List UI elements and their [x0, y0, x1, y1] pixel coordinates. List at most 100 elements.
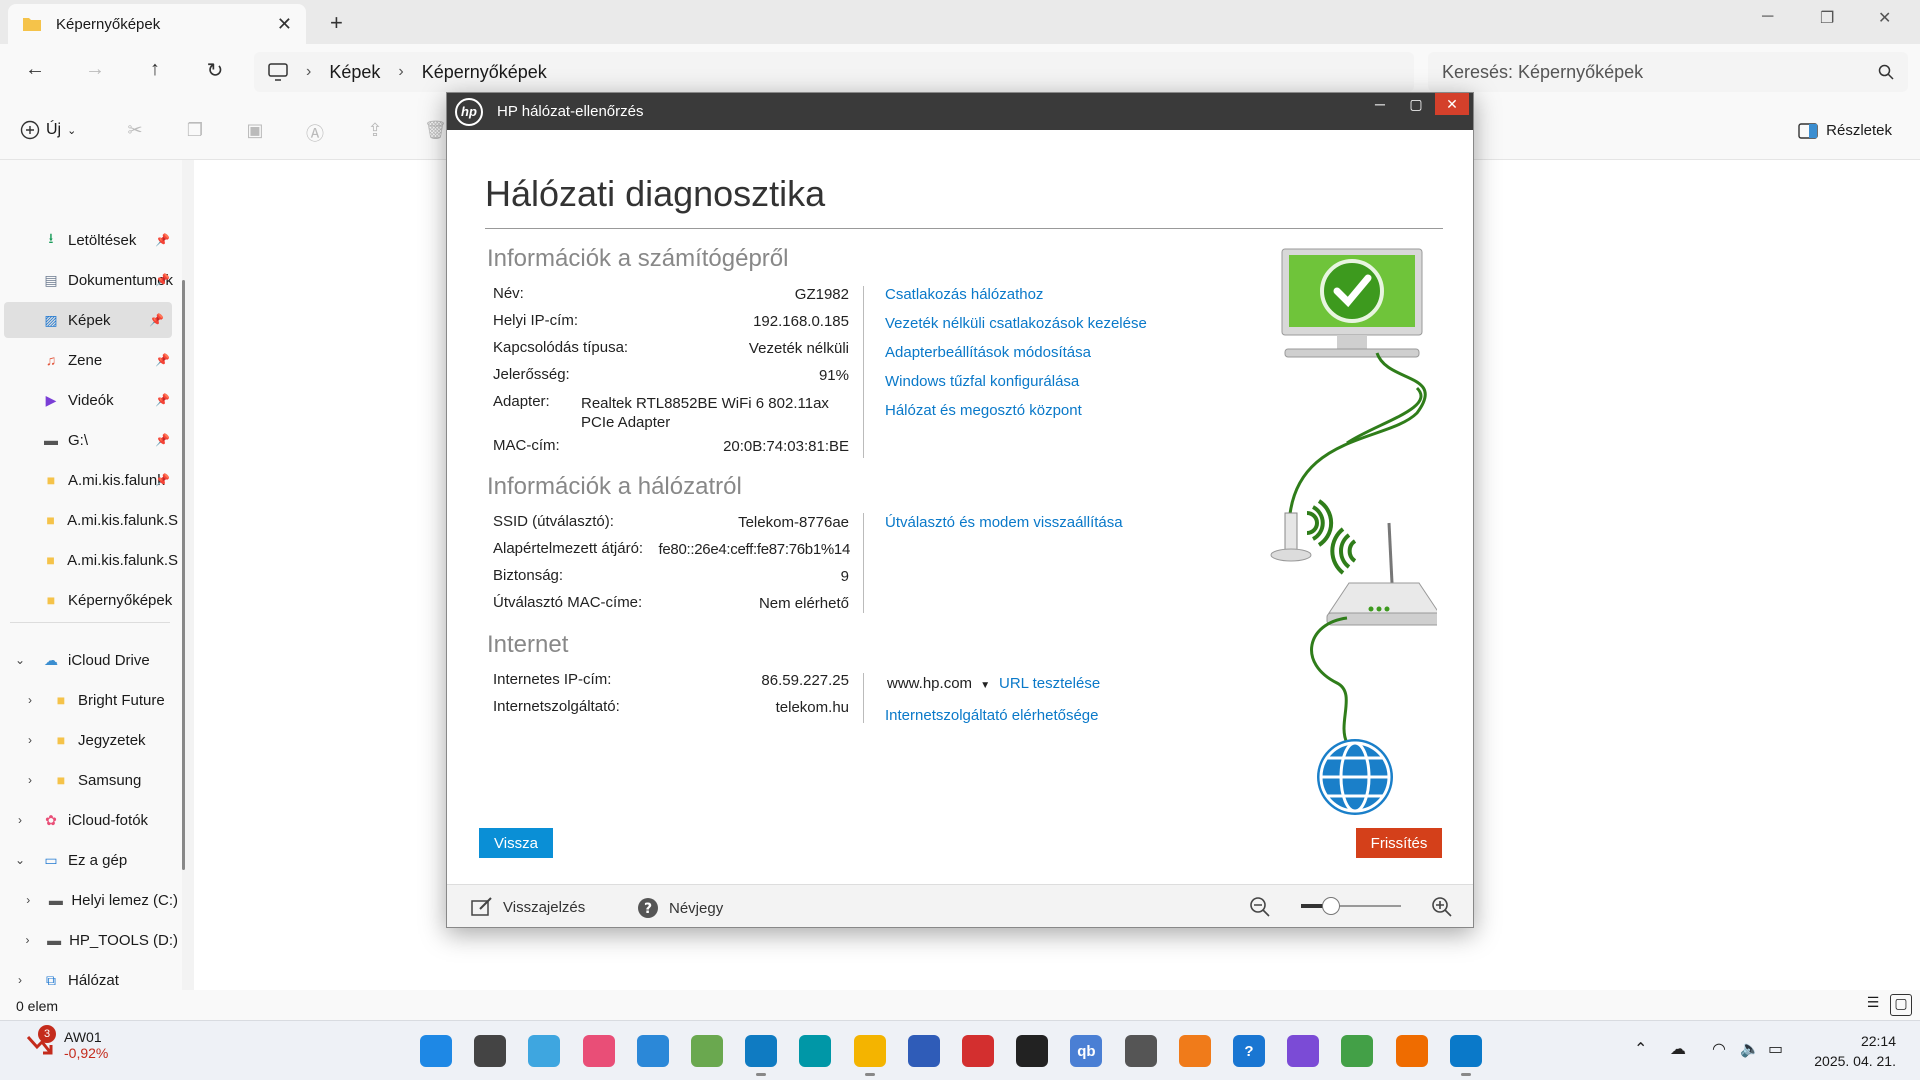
maximize-button[interactable]: ❐: [1820, 8, 1834, 28]
chevron-down-icon[interactable]: ⌄: [10, 853, 30, 867]
tiles-view-icon[interactable]: ▢: [1890, 994, 1912, 1016]
battery-icon[interactable]: ▭: [1768, 1039, 1783, 1059]
store-icon[interactable]: [907, 1035, 940, 1067]
details-button[interactable]: Részletek: [1798, 122, 1892, 139]
onedrive-tray-icon[interactable]: ☁: [1670, 1039, 1686, 1059]
breadcrumb-kepek[interactable]: Képek: [329, 62, 380, 83]
copy-icon[interactable]: ❐: [184, 120, 206, 142]
zoom-in-icon[interactable]: [1431, 896, 1453, 918]
isp-contact-link[interactable]: Internetszolgáltató elérhetősége: [885, 707, 1098, 724]
hp-close-button[interactable]: ✕: [1435, 93, 1469, 115]
sidebar-item-videok[interactable]: ▶ Videók 📌: [0, 382, 178, 418]
chevron-down-icon[interactable]: ⌄: [10, 653, 30, 667]
vlc-icon[interactable]: [1395, 1035, 1428, 1067]
hp-minimize-button[interactable]: ─: [1363, 93, 1397, 115]
sidebar-item-falunk-2[interactable]: ■ A.mi.kis.falunk.S: [0, 502, 178, 538]
back-arrow-icon[interactable]: ←: [20, 58, 50, 81]
sidebar-item-falunk-1[interactable]: ■ A.mi.kis.falunk 📌: [0, 462, 178, 498]
stock-widget[interactable]: 3 AW01 -0,92%: [24, 1025, 108, 1061]
url-select[interactable]: www.hp.com ▼: [887, 675, 990, 692]
audio-app-icon[interactable]: [1016, 1035, 1049, 1067]
share-icon[interactable]: ⇪: [364, 120, 386, 142]
chevron-right-icon[interactable]: ›: [10, 973, 30, 987]
connect-network-link[interactable]: Csatlakozás hálózathoz: [885, 286, 1043, 303]
rename-icon[interactable]: Ⓐ: [304, 120, 326, 144]
chevron-right-icon[interactable]: ›: [20, 893, 36, 907]
close-window-button[interactable]: ✕: [1878, 8, 1891, 28]
sidebar-item-helyi-lemez[interactable]: › ▬ Helyi lemez (C:): [0, 882, 178, 918]
minimize-button[interactable]: ─: [1762, 8, 1773, 26]
edge-icon[interactable]: [745, 1035, 778, 1067]
url-test-link[interactable]: URL tesztelése: [999, 675, 1100, 692]
sidebar-item-g-drive[interactable]: ▬ G:\ 📌: [0, 422, 178, 458]
chevron-right-icon[interactable]: ›: [10, 813, 30, 827]
chevron-right-icon[interactable]: ›: [20, 733, 40, 747]
network-sharing-center-link[interactable]: Hálózat és megosztó központ: [885, 402, 1082, 419]
sidebar-item-hp-tools[interactable]: › ▬ HP_TOOLS (D:): [0, 922, 178, 958]
chevron-right-icon[interactable]: ›: [20, 933, 35, 947]
clock[interactable]: 22:14 2025. 04. 21.: [1814, 1031, 1896, 1071]
calculator-icon[interactable]: [1124, 1035, 1157, 1067]
app-sketch-icon[interactable]: [799, 1035, 832, 1067]
paste-icon[interactable]: ▣: [244, 120, 266, 142]
about-button[interactable]: ? Névjegy: [637, 897, 723, 919]
delete-icon[interactable]: 🗑: [424, 120, 447, 142]
sidebar-item-jegyzetek[interactable]: › ■ Jegyzetek: [0, 722, 178, 758]
forward-arrow-icon[interactable]: →: [80, 58, 110, 81]
back-button[interactable]: Vissza: [479, 828, 553, 858]
sidebar-item-zene[interactable]: ♫ Zene 📌: [0, 342, 178, 378]
search-input[interactable]: Keresés: Képernyőképek: [1428, 52, 1908, 92]
list-view-icon[interactable]: ☰: [1862, 994, 1884, 1016]
sidebar-item-icloud-fotok[interactable]: › ✿ iCloud-fotók: [0, 802, 178, 838]
refresh-icon[interactable]: ↻: [200, 58, 230, 83]
photos-app-icon[interactable]: [582, 1035, 615, 1067]
sidebar-item-samsung[interactable]: › ■ Samsung: [0, 762, 178, 798]
sidebar-item-bright-future[interactable]: › ■ Bright Future: [0, 682, 178, 718]
qbittorrent-icon[interactable]: qb: [1070, 1035, 1103, 1067]
feedback-button[interactable]: Visszajelzés: [471, 897, 585, 917]
zoom-slider-handle[interactable]: [1322, 897, 1340, 915]
help-icon[interactable]: ?: [1233, 1035, 1265, 1067]
zoom-out-icon[interactable]: [1249, 896, 1271, 918]
sidebar-item-letoltesek[interactable]: ⭳ Letöltések 📌: [0, 222, 178, 258]
tab-kepernyokepek[interactable]: Képernyőképek ✕: [8, 4, 306, 44]
chevron-right-icon[interactable]: ›: [20, 693, 40, 707]
sidebar-item-icloud-drive[interactable]: ⌄ ☁ iCloud Drive: [0, 642, 178, 678]
close-tab-icon[interactable]: ✕: [277, 14, 292, 35]
breadcrumb-kepernyokepek[interactable]: Képernyőképek: [422, 62, 547, 83]
sidebar-item-ez-a-gep[interactable]: ⌄ ▭ Ez a gép: [0, 842, 178, 878]
new-button[interactable]: Új ⌄: [20, 120, 76, 140]
speaker-icon[interactable]: 🔈: [1740, 1039, 1760, 1059]
copilot-icon[interactable]: [1287, 1035, 1320, 1067]
sidebar-item-kepernyokepek[interactable]: ■ Képernyőképek: [0, 582, 178, 618]
sidebar-item-kepek[interactable]: ▨ Képek 📌: [4, 302, 172, 338]
file-explorer-icon[interactable]: [853, 1035, 886, 1067]
new-tab-button[interactable]: +: [330, 10, 343, 36]
up-arrow-icon[interactable]: ↑: [140, 58, 170, 81]
chevron-up-icon[interactable]: ⌃: [1634, 1039, 1647, 1059]
onedrive-icon[interactable]: [636, 1035, 669, 1067]
firewall-config-link[interactable]: Windows tűzfal konfigurálása: [885, 373, 1079, 390]
wifi-icon[interactable]: ◠: [1712, 1039, 1726, 1059]
cut-icon[interactable]: ✂: [124, 120, 146, 142]
refresh-button[interactable]: Frissítés: [1356, 828, 1442, 858]
manage-wireless-link[interactable]: Vezeték nélküli csatlakozások kezelése: [885, 315, 1147, 332]
sidebar-scrollbar[interactable]: [182, 280, 185, 870]
start-icon[interactable]: [420, 1035, 452, 1067]
pin-icon: 📌: [155, 433, 170, 447]
hp-maximize-button[interactable]: ▢: [1399, 93, 1433, 115]
loyalty-club-icon[interactable]: [1178, 1035, 1211, 1067]
task-view-icon[interactable]: [474, 1035, 507, 1067]
stocks-icon[interactable]: [1341, 1035, 1374, 1067]
adapter-settings-link[interactable]: Adapterbeállítások módosítása: [885, 344, 1091, 361]
sidebar-item-dokumentumok[interactable]: ▤ Dokumentumok 📌: [0, 262, 178, 298]
sidebar-item-falunk-3[interactable]: ■ A.mi.kis.falunk.S: [0, 542, 178, 578]
reset-router-link[interactable]: Útválasztó és modem visszaállítása: [885, 514, 1123, 531]
hp-title-bar[interactable]: hp HP hálózat-ellenőrzés ─ ▢ ✕: [447, 93, 1473, 130]
hp-network-icon[interactable]: [1449, 1035, 1482, 1067]
keepass-icon[interactable]: [691, 1035, 723, 1067]
chevron-right-icon[interactable]: ›: [20, 773, 40, 787]
weather-icon[interactable]: [528, 1035, 561, 1067]
amd-icon[interactable]: [962, 1035, 994, 1067]
address-field[interactable]: › Képek › Képernyőképek: [254, 52, 1414, 92]
